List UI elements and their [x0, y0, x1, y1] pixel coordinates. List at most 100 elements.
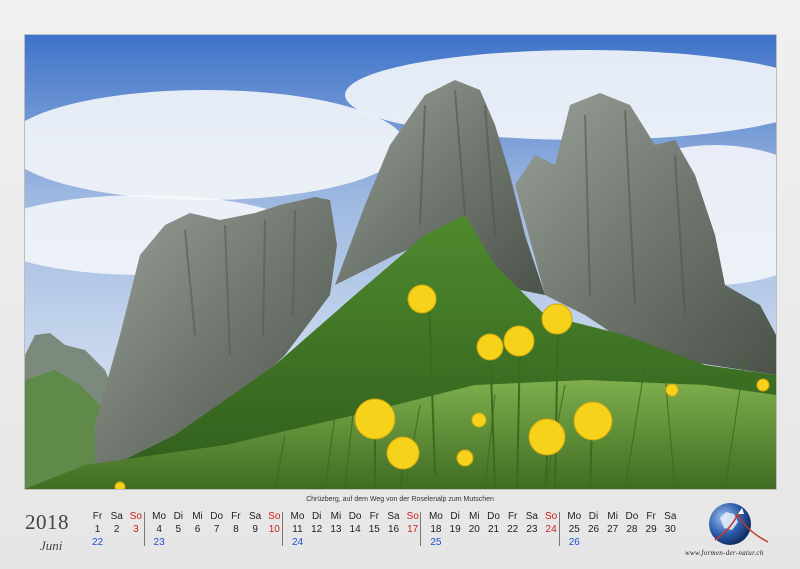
day-number: 28: [626, 524, 638, 535]
day-number: 24: [545, 524, 557, 535]
calendar-grid: Fr 1 22 Sa 2 So 3 Mo 4 23 Di 5 Mi 6 Do 7 Fr 8 Sa 9 So 10 Mo 11 2…: [88, 510, 688, 550]
week-number: 26: [568, 537, 580, 548]
day-number: 3: [133, 524, 139, 535]
weekday-label: Mo: [567, 511, 582, 522]
day-number: 5: [175, 524, 182, 535]
calendar-year: 2018: [25, 510, 69, 534]
weekday-label: So: [544, 511, 558, 522]
weekday-label: Fr: [231, 511, 241, 522]
day-cell: Di 5: [169, 510, 188, 536]
day-number: 8: [233, 524, 239, 535]
day-cell: Sa 23: [522, 510, 541, 536]
day-cell: Mi 20: [465, 510, 484, 536]
day-cell: Mi 27: [603, 510, 622, 536]
day-cell: Do 7: [207, 510, 226, 536]
weekday-label: Do: [210, 511, 224, 522]
weekday-label: Di: [588, 511, 599, 522]
day-number: 16: [387, 524, 400, 535]
day-number: 29: [645, 524, 657, 535]
day-cell: Fr 22: [503, 510, 522, 536]
week-number: 25: [430, 537, 442, 548]
day-cell: Mi 6: [188, 510, 207, 536]
weekday-label: Di: [311, 511, 322, 522]
day-number: 13: [330, 524, 342, 535]
day-cell: Mo 18 25: [426, 510, 445, 549]
day-number: 30: [664, 524, 676, 535]
day-number: 4: [156, 524, 162, 535]
week-separator: [558, 512, 560, 546]
weekday-label: Di: [173, 511, 184, 522]
week-number: 22: [91, 537, 104, 548]
day-number: 18: [430, 524, 442, 535]
weekday-label: Sa: [110, 511, 123, 522]
day-cell: Fr 1 22: [88, 510, 107, 549]
day-number: 26: [587, 524, 600, 535]
day-number: 17: [407, 524, 419, 535]
week-number: 23: [153, 537, 165, 548]
day-number: 9: [252, 524, 258, 535]
weekday-label: Sa: [664, 511, 677, 522]
weekday-label: Mo: [152, 511, 167, 522]
website-url: www.formen-der-natur.ch: [685, 549, 764, 557]
week-number: 24: [291, 537, 304, 548]
day-cell: Fr 15: [365, 510, 384, 536]
day-cell: Do 28: [622, 510, 641, 536]
day-cell: Di 26: [584, 510, 603, 536]
day-number: 15: [368, 524, 380, 535]
weekday-label: Fr: [507, 511, 518, 522]
weekday-label: So: [406, 511, 419, 522]
day-number: 1: [94, 524, 101, 535]
weekday-label: Di: [450, 511, 460, 522]
day-cell: Sa 9: [246, 510, 265, 536]
weekday-label: Sa: [525, 511, 538, 522]
day-cell: Mo 25 26: [565, 510, 584, 549]
weekday-label: Mo: [290, 511, 305, 522]
calendar-page: Chrüzberg, auf dem Weg von der Roselenal…: [0, 0, 800, 569]
calendar-month: Juni: [40, 538, 63, 553]
week-separator: [282, 512, 283, 546]
day-number: 2: [113, 524, 120, 535]
weekday-label: Fr: [646, 511, 656, 522]
day-number: 11: [292, 524, 303, 535]
day-cell: Do 21: [484, 510, 503, 536]
weekday-label: Fr: [369, 511, 380, 522]
weekday-label: Do: [487, 511, 500, 522]
weekday-label: Mi: [330, 511, 342, 522]
day-number: 25: [568, 524, 580, 535]
weekday-label: Mi: [192, 511, 203, 522]
weekday-label: Do: [348, 511, 362, 522]
day-number: 7: [213, 524, 220, 535]
day-number: 22: [507, 524, 519, 535]
weekday-label: Mi: [469, 511, 480, 522]
day-cell: Mi 13: [326, 510, 345, 536]
day-number: 12: [311, 524, 323, 535]
day-number: 27: [607, 524, 619, 535]
day-number: 19: [449, 524, 461, 535]
day-cell: So 17: [403, 510, 422, 536]
day-cell: Mo 4 23: [150, 510, 169, 549]
weekday-label: Sa: [387, 511, 400, 522]
day-number: 10: [268, 524, 280, 535]
day-cell: Sa 16: [384, 510, 403, 536]
day-cell: Di 19: [446, 510, 465, 536]
weekday-label: Mo: [428, 511, 443, 522]
weekday-label: Fr: [92, 511, 103, 522]
day-cell: Sa 30: [661, 510, 680, 536]
weekday-label: Mi: [607, 511, 618, 522]
day-cell: Fr 8: [226, 510, 245, 536]
weekday-label: So: [268, 511, 281, 522]
day-number: 21: [487, 524, 500, 535]
day-cell: So 10: [265, 510, 284, 536]
day-number: 20: [468, 524, 480, 535]
week-separator: [420, 512, 422, 546]
weekday-label: So: [129, 511, 142, 522]
day-cell: Mo 11 24: [288, 510, 307, 549]
day-cell: So 24: [542, 510, 561, 536]
week-separator: [143, 512, 145, 546]
photo-caption: Chrüzberg, auf dem Weg von der Roselenal…: [306, 496, 494, 503]
mountain-photo: [24, 34, 777, 490]
day-cell: So 3: [126, 510, 145, 536]
day-cell: Do 14: [346, 510, 365, 536]
weekday-label: Sa: [248, 511, 262, 522]
day-cell: Di 12: [307, 510, 326, 536]
